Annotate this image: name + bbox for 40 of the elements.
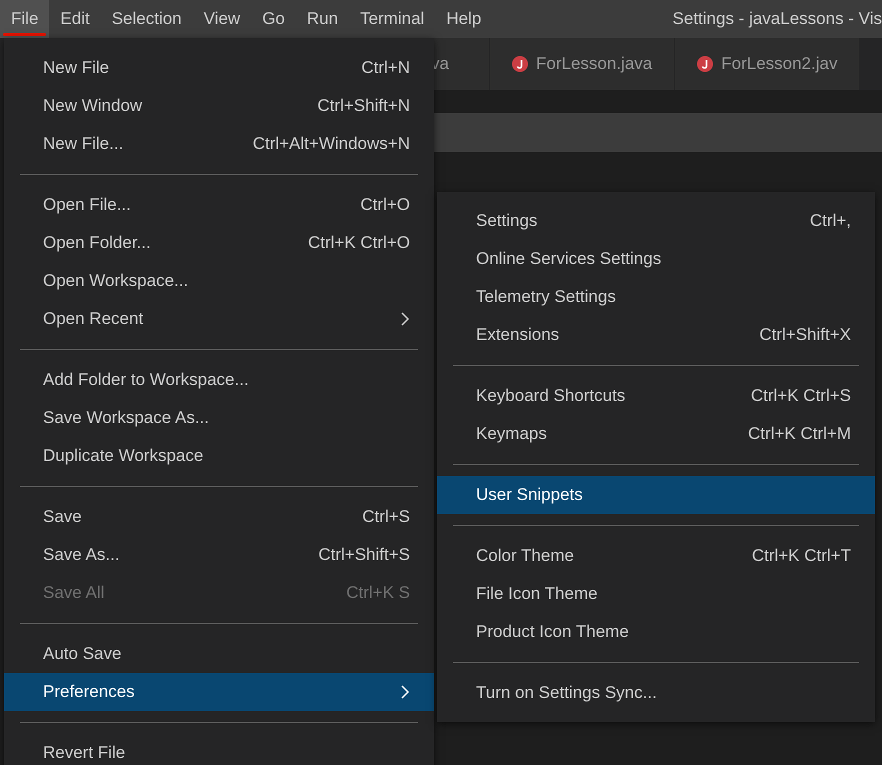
java-file-icon — [512, 56, 528, 72]
menu-item[interactable]: Color Theme Ctrl+K Ctrl+T — [437, 537, 875, 575]
menu-item[interactable]: Turn on Settings Sync... — [437, 674, 875, 712]
menu-item[interactable]: New Window Ctrl+Shift+N — [4, 87, 434, 125]
chevron-right-icon — [400, 684, 410, 700]
editor-tab[interactable]: ForLesson2.jav — [675, 38, 860, 90]
menu-bar-item[interactable]: File — [0, 0, 50, 38]
menu-item[interactable]: Open Folder... Ctrl+K Ctrl+O — [4, 224, 434, 262]
java-file-icon — [697, 56, 714, 72]
menu-item[interactable]: Revert File — [4, 734, 434, 765]
menu-item[interactable]: Duplicate Workspace — [4, 437, 434, 475]
menu-item[interactable]: Keyboard Shortcuts Ctrl+K Ctrl+S — [437, 377, 875, 415]
menu-item[interactable]: Keymaps Ctrl+K Ctrl+M — [437, 415, 875, 453]
menu-item[interactable]: File Icon Theme — [437, 575, 875, 613]
menu-item[interactable]: New File... Ctrl+Alt+Windows+N — [4, 125, 434, 163]
menu-item[interactable]: Telemetry Settings — [437, 278, 875, 316]
menu-item[interactable]: Open File... Ctrl+O — [4, 186, 434, 224]
menu-item[interactable]: Save Workspace As... — [4, 399, 434, 437]
menu-item[interactable]: Online Services Settings — [437, 240, 875, 278]
menu-bar-item[interactable]: Help — [435, 0, 492, 38]
menu-bar-item[interactable]: Selection — [100, 0, 193, 38]
menu-item[interactable]: Open Recent — [4, 300, 434, 338]
menu-item[interactable]: Open Workspace... — [4, 262, 434, 300]
chevron-right-icon — [400, 311, 410, 327]
menu-item[interactable]: User Snippets — [437, 476, 875, 514]
menu-item[interactable]: Save Ctrl+S — [4, 498, 434, 536]
menu-item[interactable]: Extensions Ctrl+Shift+X — [437, 316, 875, 354]
menu-item[interactable]: Settings Ctrl+, — [437, 202, 875, 240]
editor-tab[interactable]: ForLesson.java — [490, 38, 676, 90]
window-title: Settings - javaLessons - Vis — [672, 8, 882, 30]
menu-item[interactable]: Add Folder to Workspace... — [4, 361, 434, 399]
menu-item[interactable]: Preferences — [4, 673, 434, 711]
menu-bar-item[interactable]: Edit — [49, 0, 101, 38]
menu-bar-item[interactable]: Go — [251, 0, 296, 38]
menu-item[interactable]: Save As... Ctrl+Shift+S — [4, 536, 434, 574]
menu-bar-item[interactable]: View — [192, 0, 252, 38]
menu-bar-item[interactable]: Terminal — [349, 0, 436, 38]
menu-item[interactable]: Auto Save — [4, 635, 434, 673]
menu-bar-item[interactable]: Run — [296, 0, 350, 38]
menu-item[interactable]: Product Icon Theme — [437, 613, 875, 651]
